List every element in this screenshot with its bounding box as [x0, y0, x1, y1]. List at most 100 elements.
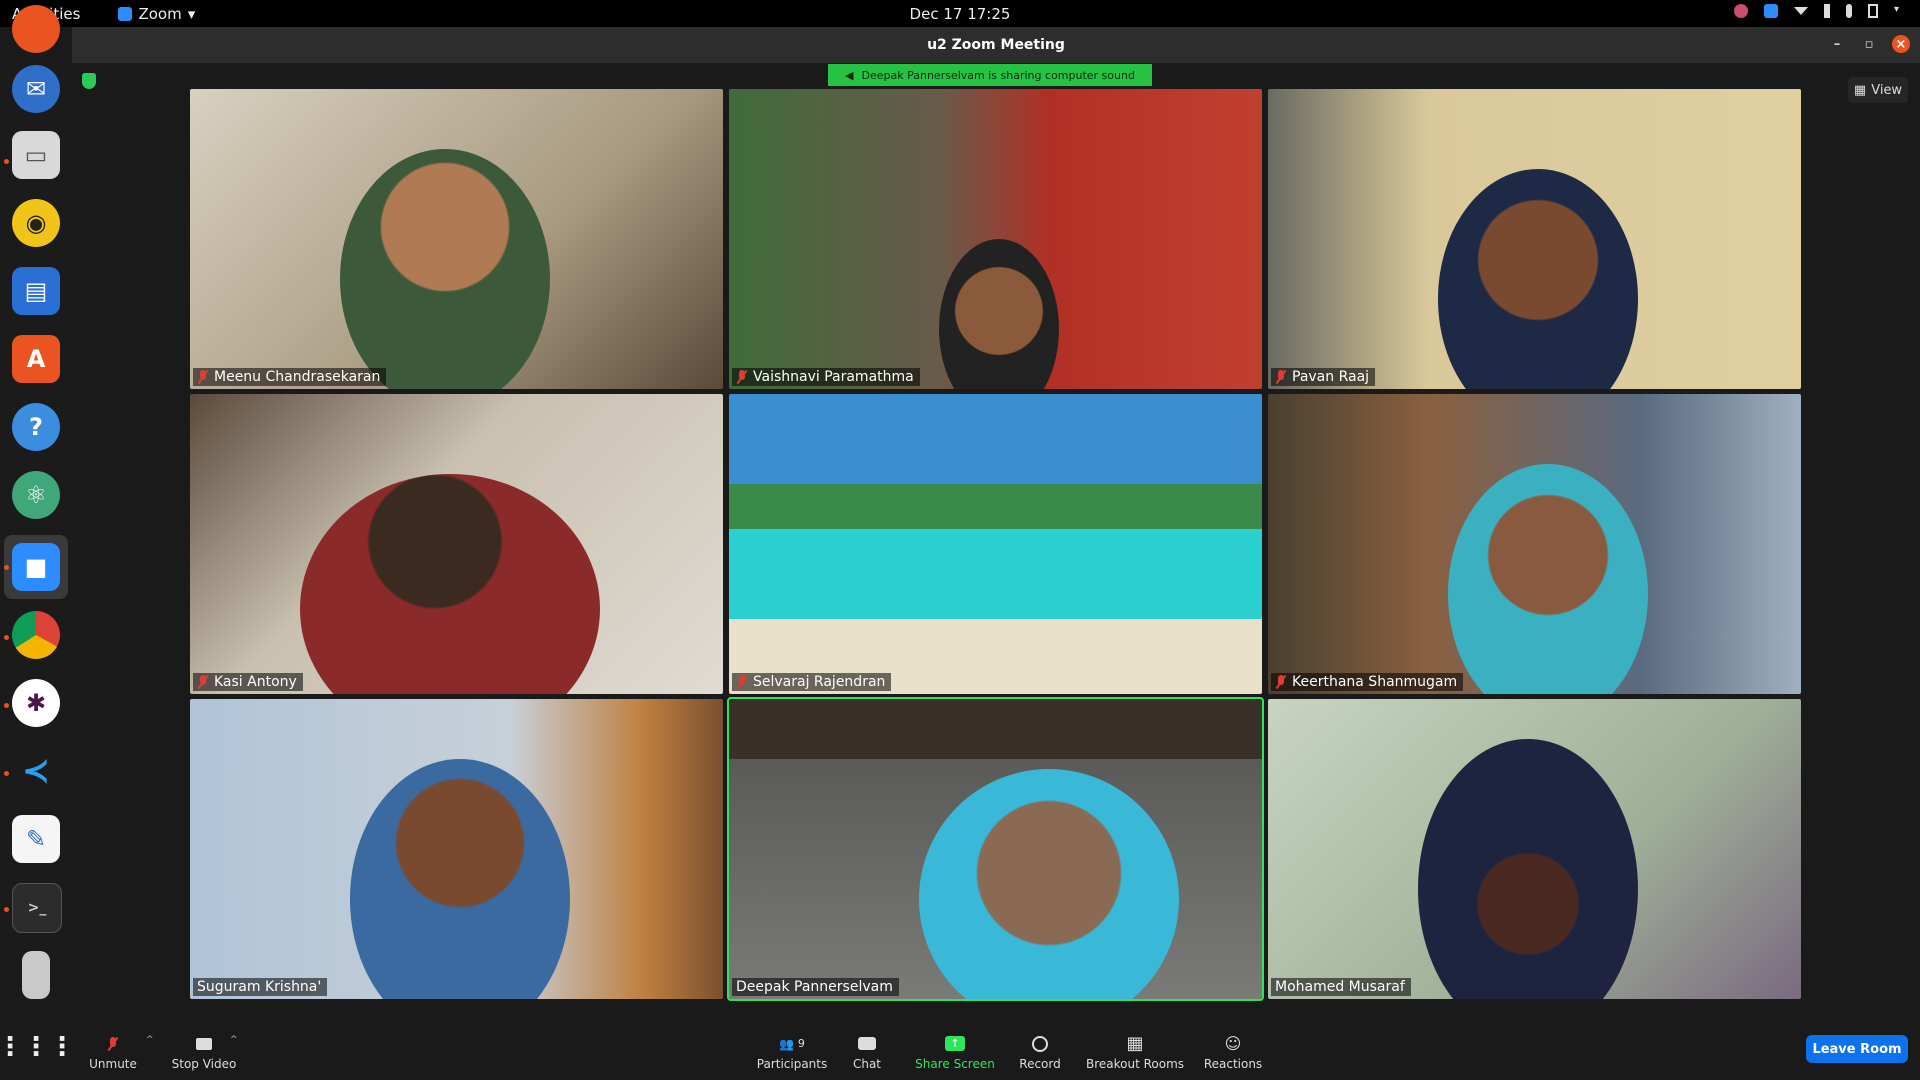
reactions-button[interactable]: ☺ Reactions — [1198, 1025, 1268, 1080]
video-options-caret[interactable]: ^ — [230, 1035, 238, 1045]
grid-icon: ▦ — [1853, 82, 1867, 98]
stop-video-button[interactable]: Stop Video — [164, 1025, 244, 1080]
share-screen-icon: ↑ — [944, 1035, 966, 1053]
participants-count: 9 — [797, 1037, 805, 1050]
participant-name: Selvaraj Rajendran — [753, 674, 886, 690]
unmute-label: Unmute — [89, 1056, 137, 1071]
muted-mic-icon — [736, 675, 748, 689]
reactions-icon: ☺ — [1224, 1034, 1242, 1053]
breakout-rooms-label: Breakout Rooms — [1085, 1056, 1185, 1071]
muted-mic-icon — [1275, 675, 1287, 689]
thunderbird-icon[interactable]: ✉ — [12, 65, 60, 113]
participant-name-label: Vaishnavi Paramathma — [732, 368, 920, 386]
window-title-bar[interactable]: u2 Zoom Meeting – ▫ × — [72, 27, 1920, 63]
vscode-icon[interactable]: ≺ — [12, 747, 60, 795]
atom-icon[interactable]: ⚛ — [12, 471, 60, 519]
app-menu-label: Zoom — [138, 4, 182, 23]
video-tile-active-speaker[interactable]: Deepak Pannerselvam — [727, 697, 1264, 1001]
participant-name: Mohamed Musaraf — [1275, 979, 1405, 995]
meeting-toolbar: Unmute ^ Stop Video ^ 👥 9 Participants C… — [72, 1025, 1920, 1080]
speaker-icon: ◀ — [845, 68, 854, 82]
volume-icon[interactable] — [1824, 4, 1830, 18]
window-title: u2 Zoom Meeting — [927, 37, 1065, 53]
chevron-down-icon: ▾ — [187, 4, 196, 23]
slack-tray-icon[interactable] — [1734, 4, 1748, 18]
participant-video — [1418, 739, 1638, 999]
battery-icon[interactable] — [1868, 4, 1878, 18]
muted-mic-icon — [197, 370, 209, 384]
maximize-icon[interactable]: ▫ — [1860, 35, 1878, 53]
running-indicator — [4, 635, 9, 640]
record-icon — [1029, 1035, 1051, 1053]
participant-video — [1438, 169, 1638, 389]
share-screen-button[interactable]: ↑ Share Screen — [910, 1025, 1000, 1080]
participant-name-label: Kasi Antony — [193, 673, 303, 691]
view-button[interactable]: ▦ View — [1848, 77, 1908, 103]
participant-video — [919, 769, 1179, 999]
video-tile[interactable]: Meenu Chandrasekaran — [190, 89, 723, 389]
video-tile[interactable]: Pavan Raaj — [1268, 89, 1801, 389]
microphone-icon[interactable] — [1846, 4, 1852, 18]
leave-room-button[interactable]: Leave Room — [1806, 1035, 1908, 1063]
chat-button[interactable]: Chat — [842, 1025, 892, 1080]
participant-name-label: Deepak Pannerselvam — [732, 978, 899, 996]
text-editor-icon[interactable]: ✎ — [12, 815, 60, 863]
audio-options-caret[interactable]: ^ — [146, 1035, 154, 1045]
zoom-dock-icon[interactable]: ■ — [12, 543, 60, 591]
clock[interactable]: Dec 17 17:25 — [0, 5, 1920, 23]
slack-icon[interactable]: ✱ — [12, 679, 60, 727]
software-icon[interactable]: A — [12, 335, 60, 383]
close-icon[interactable]: × — [1892, 35, 1910, 53]
breakout-rooms-button[interactable]: ▦ Breakout Rooms — [1082, 1025, 1188, 1080]
files-icon[interactable]: ▭ — [12, 131, 60, 179]
removable-drive-icon[interactable] — [22, 951, 50, 999]
participant-video — [939, 239, 1059, 389]
video-tile[interactable]: Suguram Krishna' — [190, 699, 723, 999]
participant-name: Vaishnavi Paramathma — [753, 369, 914, 385]
banner-text: Deepak Pannerselvam is sharing computer … — [861, 68, 1135, 82]
participant-name: Pavan Raaj — [1292, 369, 1370, 385]
reactions-label: Reactions — [1203, 1056, 1263, 1071]
video-tile[interactable]: Mohamed Musaraf — [1268, 699, 1801, 999]
dock-app-top[interactable] — [12, 5, 60, 53]
participants-button[interactable]: 👥 9 Participants — [752, 1025, 832, 1080]
app-menu[interactable]: Zoom ▾ — [118, 5, 195, 23]
video-tile[interactable]: Keerthana Shanmugam — [1268, 394, 1801, 694]
show-apps-icon[interactable]: ⋮⋮⋮ — [0, 1023, 75, 1071]
video-tile[interactable]: Vaishnavi Paramathma — [729, 89, 1262, 389]
unmute-button[interactable]: Unmute — [78, 1025, 148, 1080]
video-tile[interactable]: Kasi Antony — [190, 394, 723, 694]
muted-mic-icon — [736, 370, 748, 384]
participant-name: Meenu Chandrasekaran — [214, 369, 381, 385]
video-tile[interactable]: Selvaraj Rajendran — [729, 394, 1262, 694]
running-indicator — [4, 159, 9, 164]
chrome-icon[interactable] — [12, 611, 60, 659]
muted-mic-icon — [1275, 370, 1287, 384]
writer-icon[interactable]: ▤ — [12, 267, 60, 315]
muted-microphone-icon — [102, 1035, 124, 1053]
rhythmbox-icon[interactable]: ◉ — [12, 199, 60, 247]
system-tray[interactable]: ▾ — [1734, 4, 1908, 18]
participant-name-label: Suguram Krishna' — [193, 978, 328, 996]
participant-name-label: Pavan Raaj — [1271, 368, 1376, 386]
record-button[interactable]: Record — [1010, 1025, 1070, 1080]
participant-video — [300, 474, 600, 694]
minimize-icon[interactable]: – — [1828, 35, 1846, 53]
record-label: Record — [1019, 1056, 1061, 1071]
share-screen-label: Share Screen — [915, 1056, 995, 1071]
help-icon[interactable]: ? — [12, 403, 60, 451]
participants-icon: 👥 9 — [779, 1036, 805, 1051]
security-shield-icon[interactable] — [82, 73, 96, 89]
view-label: View — [1871, 82, 1903, 98]
zoom-window: u2 Zoom Meeting – ▫ × ◀ Deepak Pannersel… — [72, 27, 1920, 1080]
participant-video — [340, 149, 550, 389]
chevron-down-icon[interactable]: ▾ — [1894, 4, 1908, 18]
zoom-tray-icon[interactable] — [1764, 4, 1778, 18]
wifi-icon[interactable] — [1794, 7, 1808, 15]
running-indicator — [4, 703, 9, 708]
video-camera-icon — [193, 1035, 215, 1053]
chat-label: Chat — [852, 1056, 882, 1071]
sound-sharing-banner: ◀ Deepak Pannerselvam is sharing compute… — [828, 64, 1152, 86]
window-controls: – ▫ × — [1828, 35, 1910, 53]
terminal-icon[interactable]: >_ — [12, 883, 62, 933]
